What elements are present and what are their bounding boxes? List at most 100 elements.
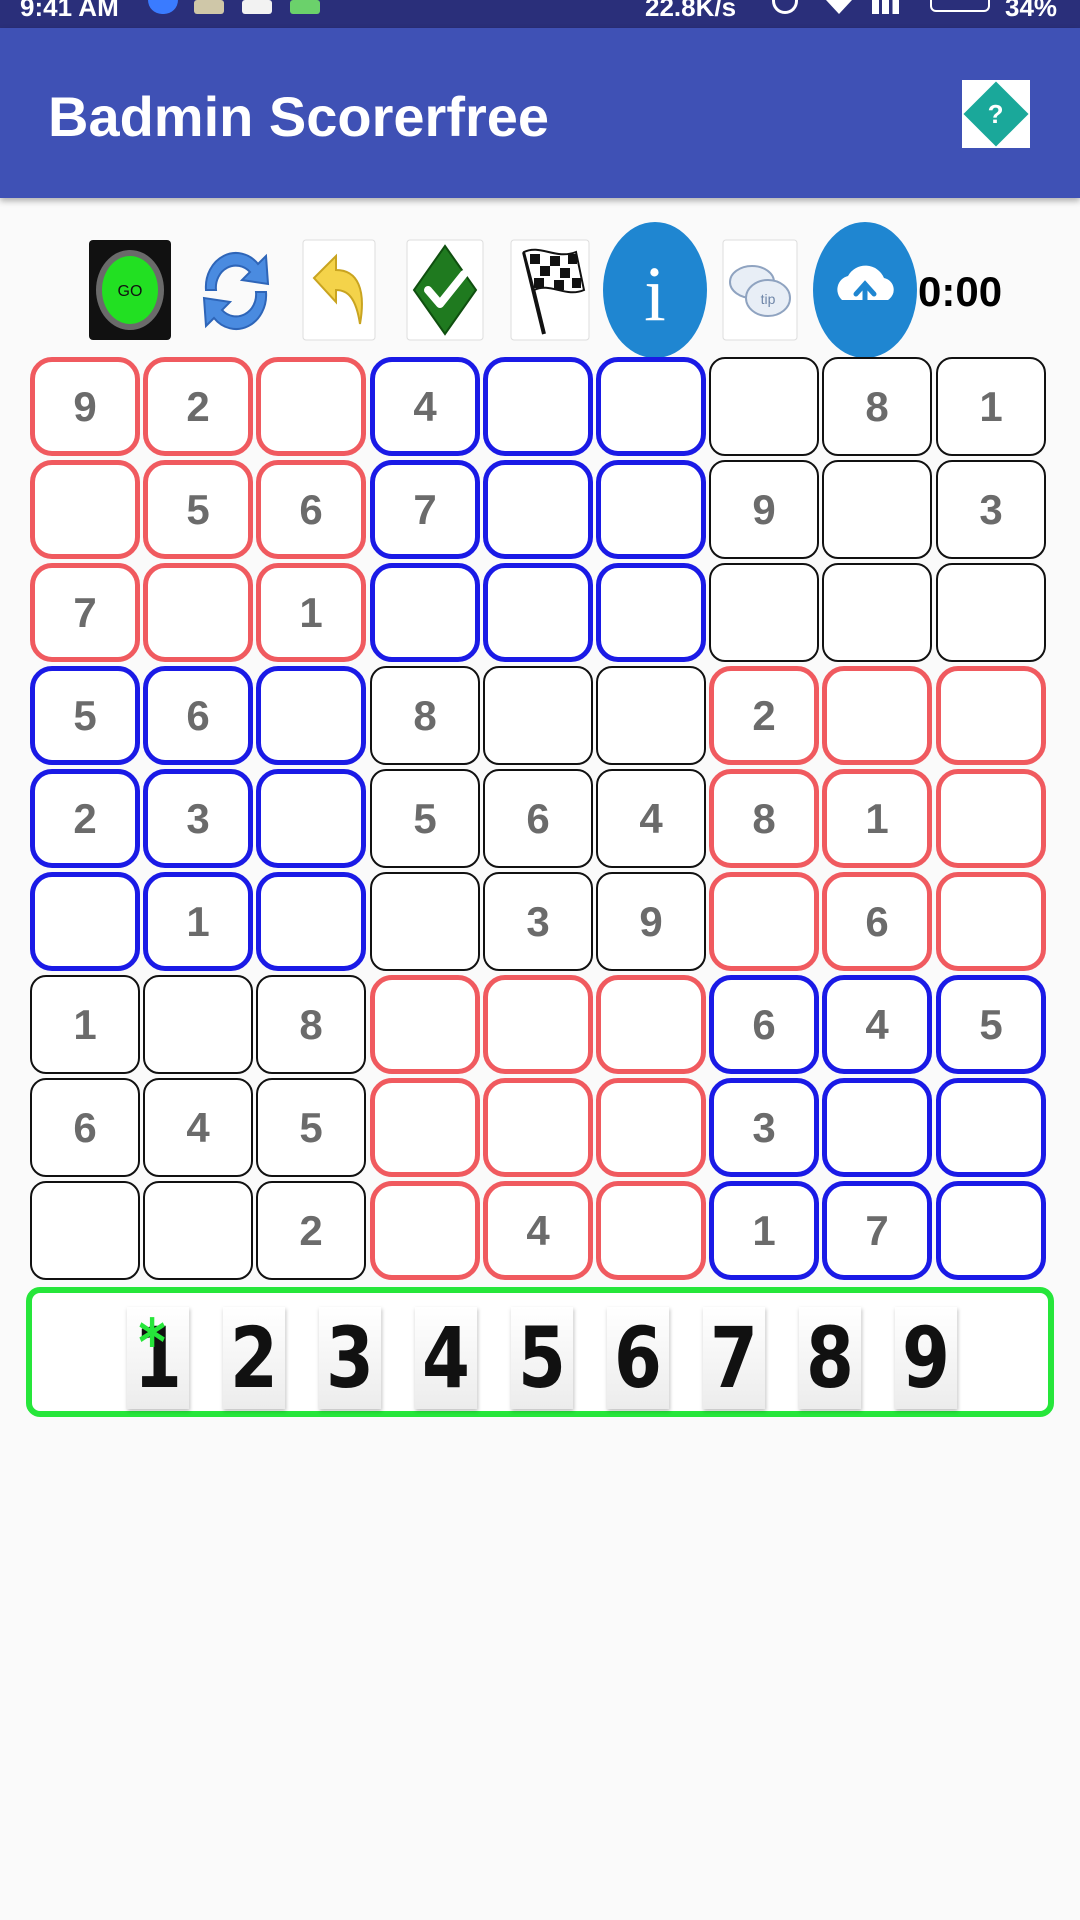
- grid-cell[interactable]: [483, 563, 593, 662]
- grid-cell[interactable]: [936, 1078, 1046, 1177]
- undo-button[interactable]: [302, 220, 376, 360]
- grid-cell[interactable]: 6: [483, 769, 593, 868]
- info-button[interactable]: i: [602, 220, 708, 360]
- grid-cell[interactable]: 1: [30, 975, 140, 1074]
- grid-cell[interactable]: [596, 666, 706, 765]
- grid-cell[interactable]: 3: [483, 872, 593, 971]
- grid-cell[interactable]: 5: [143, 460, 253, 559]
- grid-cell[interactable]: [143, 1181, 253, 1280]
- grid-cell[interactable]: [370, 872, 480, 971]
- grid-cell[interactable]: [936, 872, 1046, 971]
- grid-cell[interactable]: 2: [256, 1181, 366, 1280]
- grid-cell[interactable]: 6: [143, 666, 253, 765]
- grid-cell[interactable]: [483, 1078, 593, 1177]
- grid-cell[interactable]: 5: [370, 769, 480, 868]
- grid-cell[interactable]: 1: [709, 1181, 819, 1280]
- tip-button[interactable]: tip: [722, 220, 798, 360]
- grid-cell[interactable]: 7: [822, 1181, 932, 1280]
- grid-cell[interactable]: 9: [596, 872, 706, 971]
- grid-cell[interactable]: 6: [30, 1078, 140, 1177]
- grid-cell[interactable]: [483, 357, 593, 456]
- grid-cell[interactable]: [936, 563, 1046, 662]
- grid-cell[interactable]: 5: [30, 666, 140, 765]
- grid-cell[interactable]: [936, 1181, 1046, 1280]
- grid-cell[interactable]: [596, 1181, 706, 1280]
- grid-cell[interactable]: [256, 769, 366, 868]
- grid-cell[interactable]: 9: [30, 357, 140, 456]
- grid-cell[interactable]: 1: [822, 769, 932, 868]
- grid-cell[interactable]: 4: [822, 975, 932, 1074]
- number-key[interactable]: 9: [894, 1307, 958, 1409]
- grid-cell[interactable]: 1: [256, 563, 366, 662]
- grid-cell[interactable]: 8: [256, 975, 366, 1074]
- grid-cell[interactable]: [256, 666, 366, 765]
- number-key[interactable]: 5: [510, 1307, 574, 1409]
- grid-cell[interactable]: 8: [709, 769, 819, 868]
- grid-cell[interactable]: 3: [936, 460, 1046, 559]
- refresh-button[interactable]: [192, 220, 280, 360]
- grid-cell[interactable]: 4: [370, 357, 480, 456]
- grid-cell[interactable]: [596, 563, 706, 662]
- grid-cell[interactable]: [936, 769, 1046, 868]
- grid-cell[interactable]: [709, 357, 819, 456]
- grid-cell[interactable]: [370, 1078, 480, 1177]
- grid-cell[interactable]: 1: [143, 872, 253, 971]
- grid-cell[interactable]: 7: [370, 460, 480, 559]
- grid-cell[interactable]: [936, 666, 1046, 765]
- grid-cell[interactable]: 8: [370, 666, 480, 765]
- grid-cell[interactable]: [822, 563, 932, 662]
- grid-cell[interactable]: 5: [936, 975, 1046, 1074]
- grid-cell[interactable]: [256, 872, 366, 971]
- grid-cell[interactable]: [30, 460, 140, 559]
- grid-cell[interactable]: [483, 975, 593, 1074]
- number-key[interactable]: 4: [414, 1307, 478, 1409]
- grid-cell[interactable]: 8: [822, 357, 932, 456]
- grid-cell[interactable]: [483, 666, 593, 765]
- grid-cell[interactable]: 4: [596, 769, 706, 868]
- grid-cell[interactable]: 6: [709, 975, 819, 1074]
- go-button[interactable]: GO: [88, 220, 172, 360]
- grid-cell[interactable]: [822, 1078, 932, 1177]
- grid-cell[interactable]: 4: [143, 1078, 253, 1177]
- grid-cell[interactable]: [709, 563, 819, 662]
- grid-cell[interactable]: [596, 1078, 706, 1177]
- grid-cell[interactable]: [370, 563, 480, 662]
- grid-cell[interactable]: 2: [30, 769, 140, 868]
- grid-cell[interactable]: 6: [822, 872, 932, 971]
- grid-cell[interactable]: 2: [709, 666, 819, 765]
- grid-cell[interactable]: [370, 975, 480, 1074]
- grid-cell[interactable]: 7: [30, 563, 140, 662]
- number-key[interactable]: 8: [798, 1307, 862, 1409]
- grid-cell[interactable]: [822, 666, 932, 765]
- number-key-label: 2: [230, 1309, 278, 1407]
- grid-cell[interactable]: 4: [483, 1181, 593, 1280]
- grid-cell[interactable]: 9: [709, 460, 819, 559]
- grid-cell[interactable]: 2: [143, 357, 253, 456]
- number-key[interactable]: 2: [222, 1307, 286, 1409]
- check-button[interactable]: [406, 220, 484, 360]
- grid-cell[interactable]: 1: [936, 357, 1046, 456]
- grid-cell[interactable]: [483, 460, 593, 559]
- number-key[interactable]: 6: [606, 1307, 670, 1409]
- grid-cell[interactable]: [709, 872, 819, 971]
- grid-cell[interactable]: 5: [256, 1078, 366, 1177]
- grid-cell[interactable]: 6: [256, 460, 366, 559]
- grid-cell[interactable]: [596, 460, 706, 559]
- grid-cell[interactable]: 3: [709, 1078, 819, 1177]
- grid-cell[interactable]: [256, 357, 366, 456]
- grid-cell[interactable]: [30, 872, 140, 971]
- finish-button[interactable]: [510, 220, 590, 360]
- number-key[interactable]: 3: [318, 1307, 382, 1409]
- grid-cell[interactable]: [596, 975, 706, 1074]
- help-button[interactable]: ?: [962, 80, 1030, 148]
- number-key[interactable]: 1 *: [126, 1307, 190, 1409]
- grid-cell[interactable]: [30, 1181, 140, 1280]
- grid-cell[interactable]: [143, 563, 253, 662]
- cloud-upload-button[interactable]: [812, 220, 918, 360]
- grid-cell[interactable]: [370, 1181, 480, 1280]
- grid-cell[interactable]: [822, 460, 932, 559]
- grid-cell[interactable]: [143, 975, 253, 1074]
- grid-cell[interactable]: 3: [143, 769, 253, 868]
- grid-cell[interactable]: [596, 357, 706, 456]
- number-key[interactable]: 7: [702, 1307, 766, 1409]
